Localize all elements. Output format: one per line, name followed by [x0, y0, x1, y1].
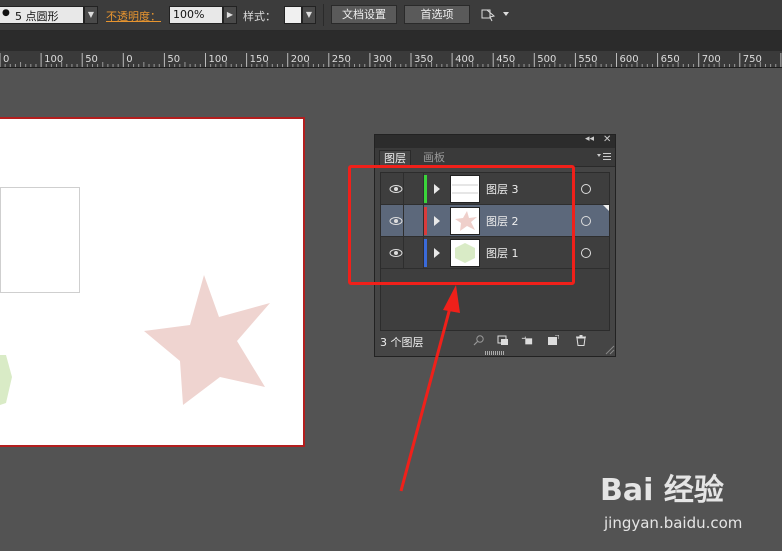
ruler-tick-label: 250: [332, 54, 351, 65]
target-circle-icon[interactable]: [581, 248, 591, 258]
trash-icon[interactable]: [575, 335, 587, 346]
ruler-tick-label: 500: [537, 54, 556, 65]
collapse-icon[interactable]: ◂◂: [585, 134, 594, 144]
resize-grip[interactable]: [485, 351, 505, 355]
ruler-tick-label: 0: [3, 54, 9, 65]
watermark-url: jingyan.baidu.com: [604, 514, 743, 532]
new-sublayer-icon[interactable]: [521, 335, 533, 346]
ruler-tick-label: 700: [702, 54, 721, 65]
ruler-tick-label: 0: [126, 54, 132, 65]
style-chevron-icon[interactable]: ▼: [302, 6, 316, 24]
arrange-documents-icon[interactable]: [481, 7, 511, 23]
ruler-tick-label: 750: [743, 54, 762, 65]
stroke-profile-value: 5 点圆形: [15, 10, 59, 23]
artwork: [0, 275, 270, 407]
artboard[interactable]: [0, 117, 305, 447]
ruler-tick-label: 100: [44, 54, 63, 65]
opacity-value: 100%: [173, 8, 205, 21]
ruler-tick-label: 200: [291, 54, 310, 65]
divider: [323, 4, 324, 26]
panel-menu-icon[interactable]: [597, 152, 611, 162]
ruler-tick-label: 350: [414, 54, 433, 65]
opacity-input[interactable]: 100%: [169, 6, 223, 24]
resize-corner-icon[interactable]: [605, 345, 615, 355]
control-bar: ● 5 点圆形 ▼ 不透明度： 100% ▶ 样式： ▼ 文档设置 首选项: [0, 0, 782, 31]
stroke-profile-dropdown[interactable]: ● 5 点圆形: [0, 6, 84, 24]
style-label: 样式：: [243, 10, 276, 23]
ruler-tick-label: 450: [496, 54, 515, 65]
stroke-profile-chevron-icon[interactable]: ▼: [84, 6, 98, 24]
watermark-brand: Bai 经验: [600, 473, 724, 508]
ruler-tick-label: 50: [167, 54, 180, 65]
close-icon[interactable]: ✕: [603, 134, 611, 145]
hexagon-shape[interactable]: [0, 355, 12, 407]
clipping-mask-icon[interactable]: [497, 335, 509, 346]
panel-titlebar[interactable]: ◂◂ ✕: [375, 134, 615, 148]
highlight-box: [348, 165, 575, 285]
baidu-logo: Bai 经验 jingyan.baidu.com: [600, 465, 775, 545]
opacity-arrow-icon[interactable]: ▶: [223, 6, 237, 24]
annotation-arrow: [399, 285, 460, 492]
ruler-tick-label: 100: [209, 54, 228, 65]
star-shape[interactable]: [144, 275, 270, 405]
locate-object-icon[interactable]: [473, 335, 485, 346]
style-swatch[interactable]: [284, 6, 302, 24]
target-circle-icon[interactable]: [581, 216, 591, 226]
bullet-icon: ●: [2, 8, 10, 18]
opacity-label[interactable]: 不透明度：: [106, 8, 161, 24]
tab-artboards[interactable]: 画板: [419, 150, 449, 166]
ruler-tick-label: 400: [455, 54, 474, 65]
preferences-button[interactable]: 首选项: [404, 5, 470, 24]
ruler-tick-label: 50: [85, 54, 98, 65]
horizontal-ruler: 0 100 50 0 50 100 150 200 250 300 350 400 450 500 550 6…: [0, 51, 782, 68]
ruler-ticks: 0 100 50 0 50 100 150 200 250 300 350 400 450 500 550 6…: [0, 53, 782, 67]
selection-corner-icon: [603, 205, 609, 211]
ruler-tick-label: 650: [661, 54, 680, 65]
ruler-tick-label: 150: [250, 54, 269, 65]
tab-strip: [0, 31, 782, 51]
ruler-tick-label: 300: [373, 54, 392, 65]
target-circle-icon[interactable]: [581, 184, 591, 194]
document-setup-button[interactable]: 文档设置: [331, 5, 397, 24]
new-layer-icon[interactable]: [547, 335, 559, 346]
ruler-tick-label: 550: [578, 54, 597, 65]
ruler-tick-label: 600: [620, 54, 639, 65]
